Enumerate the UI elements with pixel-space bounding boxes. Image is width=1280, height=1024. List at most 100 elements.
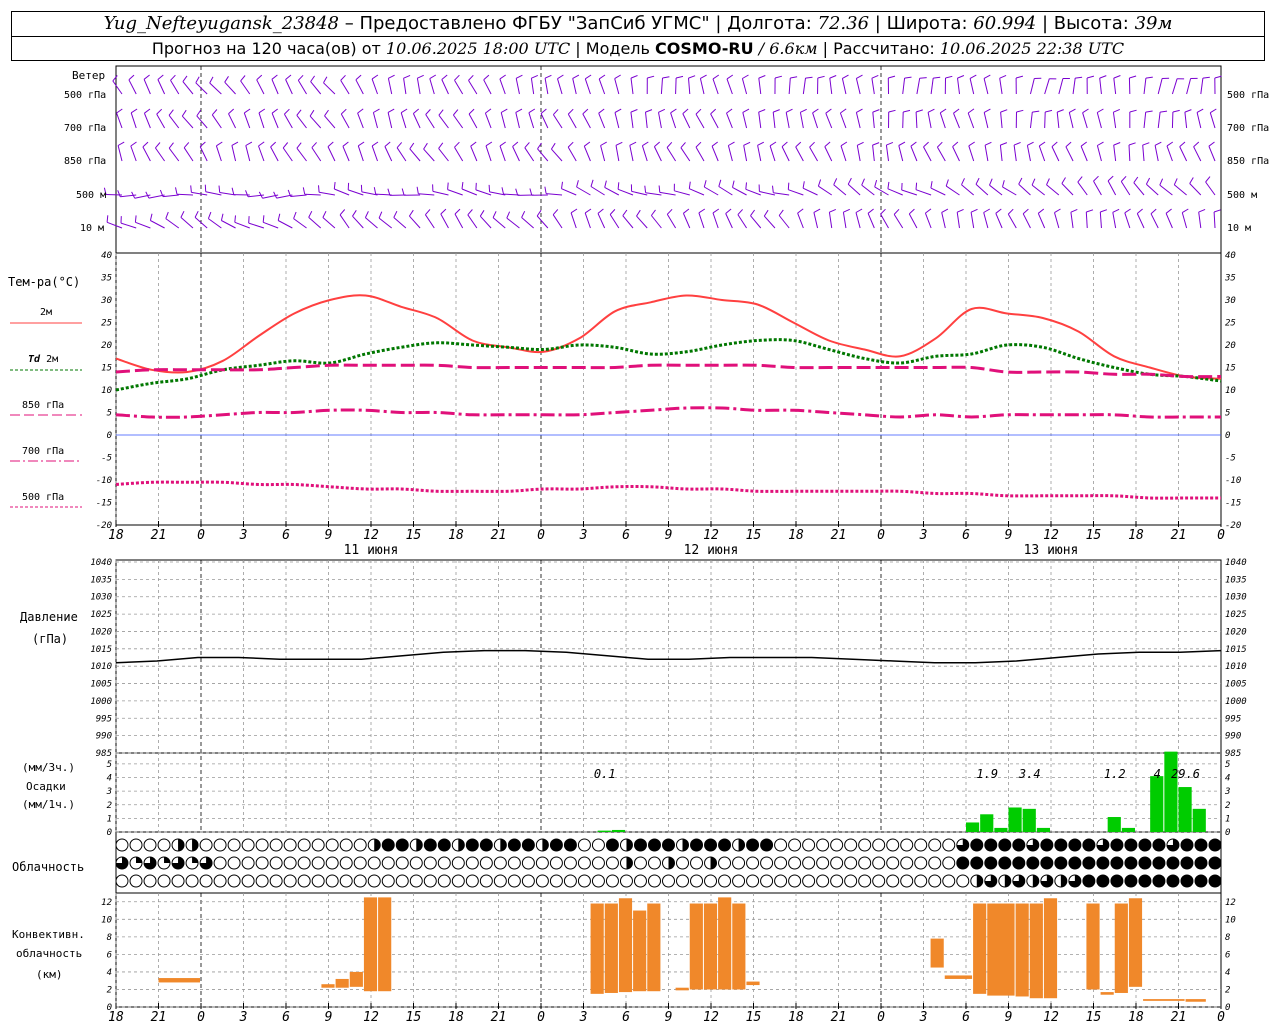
wind-barb-flag xyxy=(572,74,580,79)
cloud-cover-circle xyxy=(325,838,339,852)
wind-barb xyxy=(825,113,833,129)
wind-barb-flag xyxy=(940,108,947,114)
wind-barb xyxy=(546,193,563,196)
press-ytick: 990 xyxy=(96,732,112,742)
wind-barb-flag xyxy=(956,208,964,213)
wind-barb xyxy=(340,80,350,95)
conv-bar xyxy=(378,897,392,992)
precip-bar xyxy=(1164,751,1178,832)
wind-barb-flag xyxy=(688,75,696,79)
time-tick-label: 0 xyxy=(877,1010,885,1024)
wind-barb xyxy=(983,212,989,229)
wind-barb xyxy=(470,146,478,162)
wind-barb-flag xyxy=(1065,141,1072,148)
wind-barb-flag xyxy=(957,75,965,79)
time-tick-label: 9 xyxy=(1005,1010,1013,1024)
cloud-cover-circle xyxy=(507,874,521,888)
wind-barb-flag xyxy=(245,141,253,146)
time-tick-label: 9 xyxy=(325,1010,333,1024)
cloud-cover-circle xyxy=(395,838,409,852)
wind-barb-flag xyxy=(1100,209,1108,213)
wind-barb-flag xyxy=(1000,109,1008,113)
wind-barb xyxy=(355,79,364,95)
wind-barb-flag xyxy=(470,141,477,147)
meteogram: 40 4035 3530 3025 2520 2015 1510 105 50 0-5 -5-10-… xyxy=(8,65,1269,1024)
cloud-cover-circle xyxy=(437,838,451,852)
conv-bar xyxy=(1128,898,1143,987)
cloud-cover-circle xyxy=(549,874,563,888)
cloud-cover-fill xyxy=(178,838,185,851)
wind-barb xyxy=(1038,145,1046,162)
wind-barb-flag xyxy=(231,187,235,195)
wind-barb xyxy=(499,145,506,162)
wind-barb xyxy=(1051,146,1060,162)
wind-barb xyxy=(231,145,237,162)
wind-barb-flag xyxy=(1193,141,1200,148)
wind-barb-flag xyxy=(937,141,943,148)
cloud-cover-circle xyxy=(690,874,704,888)
wind-barb xyxy=(939,112,946,129)
wind-barb-flag xyxy=(712,208,720,214)
time-tick-label: 6 xyxy=(622,528,630,543)
wind-barb xyxy=(750,215,762,229)
wind-barb-flag xyxy=(408,209,414,217)
wind-barb-flag xyxy=(840,141,848,147)
wind-barb xyxy=(828,212,833,229)
wind-barb-flag xyxy=(840,108,847,114)
wind-barb xyxy=(630,112,634,129)
wind-barb xyxy=(485,145,492,162)
wind-barb xyxy=(975,183,989,196)
cloud-cover-circle xyxy=(479,838,493,852)
time-tick-label: 6 xyxy=(962,528,970,543)
wind-barb xyxy=(311,147,322,162)
cloud-cover-circle xyxy=(605,838,619,852)
wind-barb-flag xyxy=(989,178,993,186)
wind-barb-flag xyxy=(220,213,224,221)
wind-barb-flag xyxy=(536,209,542,217)
time-tick-label: 0 xyxy=(197,528,205,543)
time-tick-label: 18 xyxy=(108,1010,124,1024)
wind-barb-flag xyxy=(825,108,832,114)
wind-barb xyxy=(1154,145,1159,162)
wind-barb xyxy=(910,146,918,162)
wind-barb-flag xyxy=(1136,208,1143,214)
cloud-cover-circle xyxy=(521,874,535,888)
wind-barb-flag xyxy=(630,75,638,79)
wind-barb-flag xyxy=(322,210,327,218)
wind-barb-flag xyxy=(245,190,249,197)
wind-barb-flag xyxy=(1202,76,1210,79)
wind-barb xyxy=(322,217,336,229)
wind-barb xyxy=(743,145,748,162)
wind-barb-flag xyxy=(130,108,138,114)
wind-barb xyxy=(117,145,123,162)
wind-panel xyxy=(103,74,1222,229)
cloud-cover-circle xyxy=(325,856,339,870)
time-tick-label: 18 xyxy=(448,1010,464,1024)
cloud-cover-circle xyxy=(255,856,269,870)
wind-barb xyxy=(1120,181,1131,196)
time-tick-label: 6 xyxy=(282,1010,290,1024)
cloud-cover-circle xyxy=(241,838,255,852)
wind-barb xyxy=(781,146,790,162)
precip-label: Осадки xyxy=(26,780,66,793)
wind-barb-flag xyxy=(999,74,1007,79)
temp-ytick: 40 xyxy=(101,251,112,261)
wind-barb xyxy=(221,220,236,229)
wind-barb-flag xyxy=(666,141,673,148)
wind-barb xyxy=(277,220,293,229)
wind-barb-flag xyxy=(528,108,536,114)
temp-ytick-right: 35 xyxy=(1224,274,1236,284)
cloud-cover-circle xyxy=(774,838,788,852)
wind-barb xyxy=(956,212,960,229)
cloud-cover-circle xyxy=(227,838,241,852)
wind-barb-flag xyxy=(1013,141,1021,146)
wind-barb xyxy=(176,193,193,196)
wind-barb-flag xyxy=(774,75,783,79)
wind-barb xyxy=(916,78,921,95)
wind-barb xyxy=(441,79,449,95)
wind-barb xyxy=(604,186,620,196)
wind-barb xyxy=(557,78,563,95)
wind-barb xyxy=(297,80,307,95)
wind-barb-flag xyxy=(910,141,917,147)
cloud-cover-circle xyxy=(171,874,185,888)
